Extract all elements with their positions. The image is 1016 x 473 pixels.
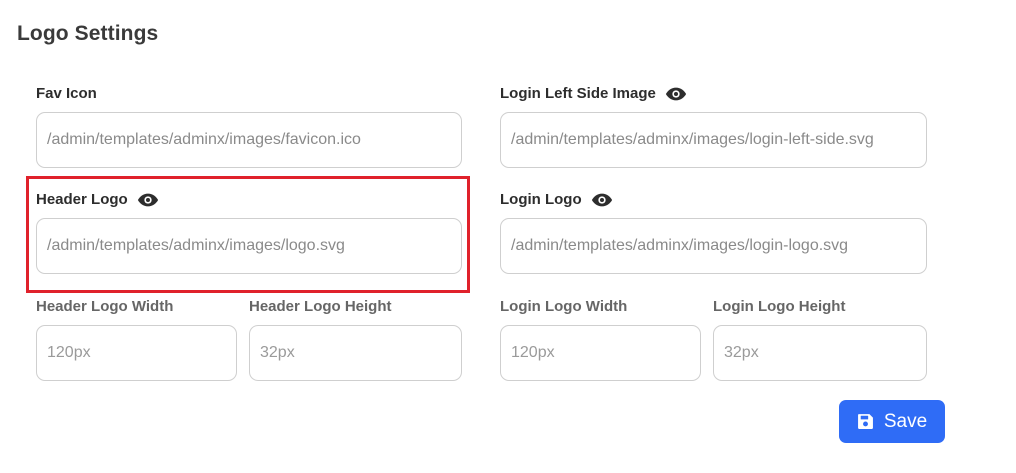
login-logo-label-text: Login Logo bbox=[500, 191, 582, 208]
header-logo-height-label-text: Header Logo Height bbox=[249, 298, 392, 315]
header-logo-height-label: Header Logo Height bbox=[249, 298, 392, 315]
eye-icon[interactable] bbox=[591, 192, 613, 208]
login-logo-height-field[interactable] bbox=[713, 325, 927, 381]
fav-icon-field[interactable] bbox=[36, 112, 462, 168]
login-logo-width-label: Login Logo Width bbox=[500, 298, 627, 315]
header-logo-height-field[interactable] bbox=[249, 325, 462, 381]
login-logo-label: Login Logo bbox=[500, 191, 613, 208]
login-left-image-label-text: Login Left Side Image bbox=[500, 85, 656, 102]
login-logo-height-label: Login Logo Height bbox=[713, 298, 845, 315]
login-logo-height-label-text: Login Logo Height bbox=[713, 298, 846, 315]
save-button-label: Save bbox=[883, 410, 928, 432]
login-left-image-label: Login Left Side Image bbox=[500, 85, 687, 102]
fav-icon-label: Fav Icon bbox=[36, 85, 97, 102]
login-left-image-field[interactable] bbox=[500, 112, 927, 168]
floppy-disk-icon bbox=[857, 413, 874, 430]
header-logo-width-label-text: Header Logo Width bbox=[36, 298, 174, 315]
login-logo-width-field[interactable] bbox=[500, 325, 701, 381]
highlight-box bbox=[26, 176, 470, 293]
login-logo-field[interactable] bbox=[500, 218, 927, 274]
logo-settings-page: Logo Settings Fav Icon Login Left Side I… bbox=[0, 0, 1016, 473]
header-logo-width-label: Header Logo Width bbox=[36, 298, 173, 315]
eye-icon[interactable] bbox=[665, 86, 687, 102]
page-title: Logo Settings bbox=[17, 22, 159, 45]
save-button[interactable]: Save bbox=[839, 400, 945, 443]
fav-icon-label-text: Fav Icon bbox=[36, 85, 97, 102]
login-logo-width-label-text: Login Logo Width bbox=[500, 298, 628, 315]
header-logo-width-field[interactable] bbox=[36, 325, 237, 381]
